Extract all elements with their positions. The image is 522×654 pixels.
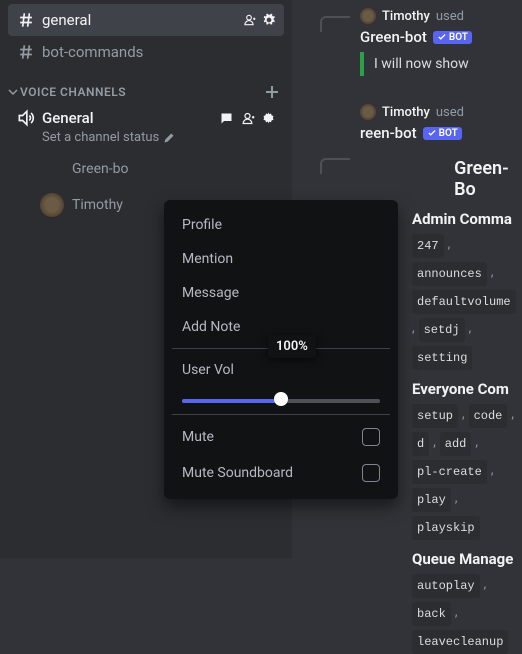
command-code: pl-create bbox=[412, 460, 487, 484]
command-list: 247, announces, defaultvolume, setdj, se… bbox=[412, 234, 522, 370]
command-code: defaultvolume bbox=[412, 290, 516, 314]
user-context-menu: Profile Mention Message Add Note 100% Us… bbox=[164, 200, 398, 499]
avatar bbox=[360, 104, 376, 120]
avatar bbox=[360, 8, 376, 24]
chevron-down-icon bbox=[8, 87, 18, 97]
volume-tooltip: 100% bbox=[268, 335, 316, 358]
separator bbox=[172, 414, 390, 415]
menu-mute-soundboard[interactable]: Mute Soundboard bbox=[172, 455, 390, 491]
reply-header[interactable]: Timothy used bbox=[360, 8, 522, 24]
section-title: VOICE CHANNELS bbox=[20, 85, 264, 99]
avatar[interactable] bbox=[412, 161, 444, 197]
avatar bbox=[40, 193, 64, 217]
menu-mute[interactable]: Mute bbox=[172, 419, 390, 455]
pencil-icon bbox=[163, 132, 175, 144]
hash-icon bbox=[16, 10, 36, 30]
add-member-icon[interactable] bbox=[240, 111, 255, 126]
command-code: code bbox=[469, 404, 508, 428]
detail-heading: Queue Manage bbox=[412, 550, 522, 568]
plus-icon[interactable] bbox=[264, 84, 280, 100]
slider-thumb[interactable] bbox=[274, 392, 288, 406]
checkbox[interactable] bbox=[362, 428, 380, 446]
detail-heading: Admin Comma bbox=[412, 210, 522, 228]
menu-mention[interactable]: Mention bbox=[172, 242, 390, 276]
volume-slider[interactable] bbox=[182, 396, 380, 404]
bot-badge: BOT bbox=[423, 127, 462, 140]
menu-message[interactable]: Message bbox=[172, 276, 390, 310]
reply-spine bbox=[320, 16, 350, 32]
command-code: setting bbox=[412, 346, 472, 370]
message: Green-bot BOT I will now show bbox=[308, 28, 522, 76]
channel-general[interactable]: general bbox=[8, 4, 284, 36]
chat-icon[interactable] bbox=[219, 111, 234, 126]
command-list: setup, code, d, add, pl-create, play, pl… bbox=[412, 404, 522, 540]
command-code: add bbox=[440, 432, 472, 456]
bot-detail: Green-Bo Admin Comma247, announces, defa… bbox=[412, 158, 522, 654]
command-code: d bbox=[412, 432, 429, 456]
add-member-icon[interactable] bbox=[242, 13, 256, 27]
voice-channel-name: General bbox=[42, 109, 219, 127]
command-code: announces bbox=[412, 262, 487, 286]
command-code: play bbox=[412, 488, 451, 512]
detail-heading: Everyone Com bbox=[412, 380, 522, 398]
bot-badge: BOT bbox=[433, 31, 472, 44]
message-author[interactable]: reen-bot bbox=[360, 124, 417, 142]
message-author[interactable]: Green-bot bbox=[360, 28, 427, 46]
reply-header[interactable]: Timothy used bbox=[360, 104, 522, 120]
voice-user-greenbot[interactable]: Green-bo bbox=[8, 153, 284, 185]
channel-bot-commands[interactable]: bot-commands bbox=[8, 36, 284, 68]
voice-channel-general[interactable]: General Set a channel status bbox=[8, 104, 284, 149]
message: reen-bot BOT bbox=[360, 124, 522, 142]
command-code: playskip bbox=[412, 516, 480, 540]
user-volume: 100% User Vol bbox=[172, 353, 390, 410]
gear-icon[interactable] bbox=[262, 13, 276, 27]
command-code: autoplay bbox=[412, 574, 480, 598]
command-code: setdj bbox=[419, 318, 465, 342]
command-list: autoplay, back, leavecleanup bbox=[412, 574, 522, 654]
channel-label: bot-commands bbox=[42, 43, 276, 61]
hash-icon bbox=[16, 42, 36, 62]
command-code: 247 bbox=[412, 234, 444, 258]
embed: I will now show bbox=[360, 52, 522, 76]
command-code: leavecleanup bbox=[412, 630, 508, 654]
avatar[interactable] bbox=[308, 28, 348, 68]
avatar bbox=[40, 157, 64, 181]
command-code: setup bbox=[412, 404, 458, 428]
channel-label: general bbox=[42, 11, 242, 29]
speaker-icon bbox=[16, 108, 36, 128]
channel-status[interactable]: Set a channel status bbox=[16, 130, 276, 145]
command-code: back bbox=[412, 602, 451, 626]
menu-profile[interactable]: Profile bbox=[172, 208, 390, 242]
checkbox[interactable] bbox=[362, 464, 380, 482]
reply-spine bbox=[320, 158, 350, 174]
voice-section-header[interactable]: VOICE CHANNELS bbox=[8, 68, 284, 104]
gear-icon[interactable] bbox=[261, 111, 276, 126]
